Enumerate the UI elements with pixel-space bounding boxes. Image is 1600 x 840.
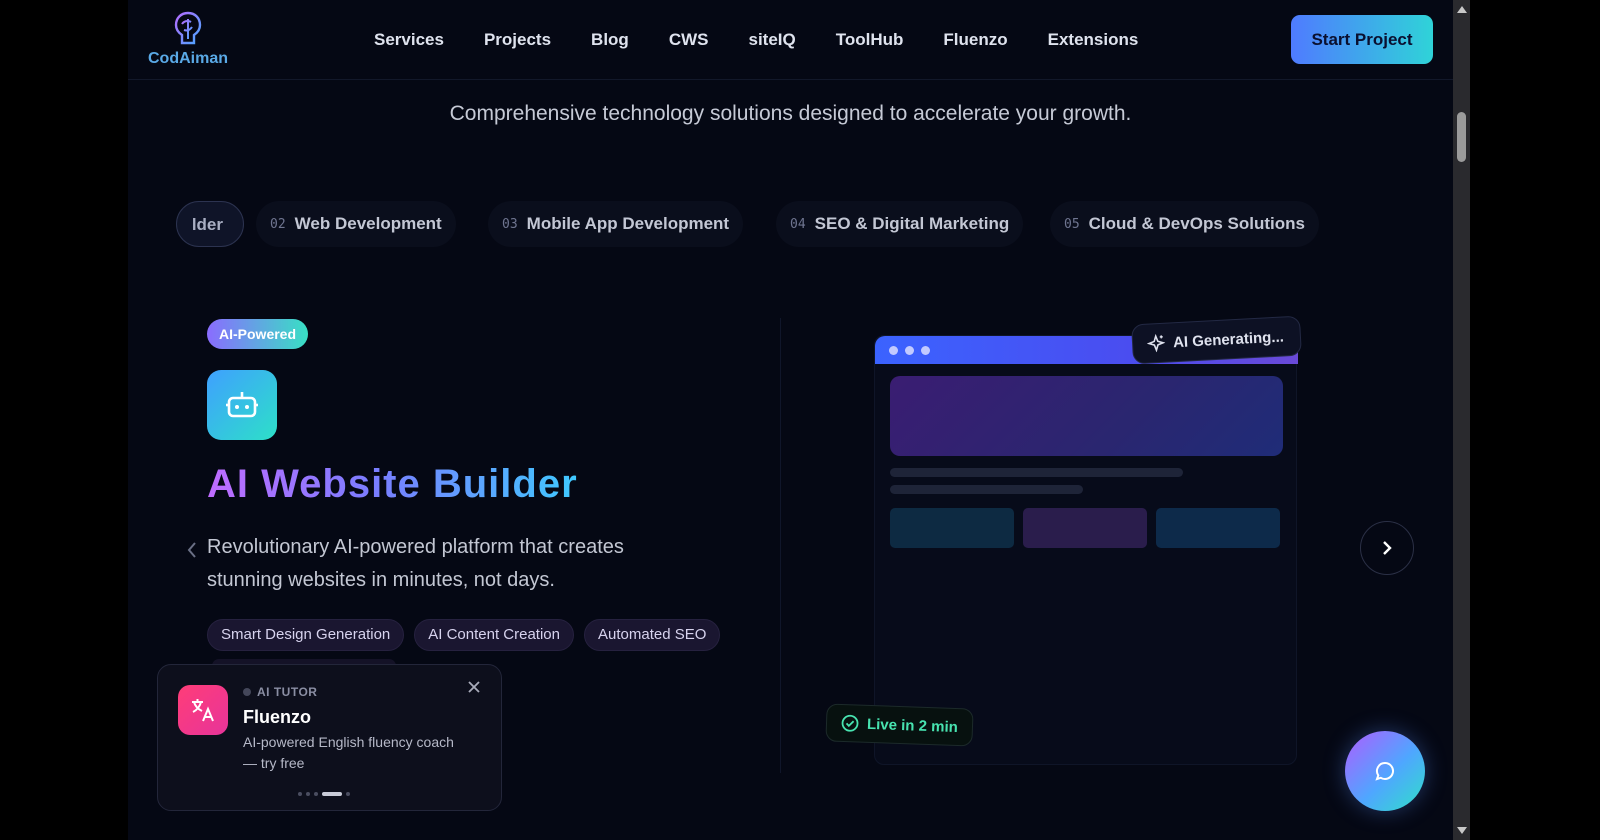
tab-label: Mobile App Development: [526, 214, 730, 233]
tab-ai-website-builder[interactable]: lder: [176, 201, 244, 247]
nav-projects[interactable]: Projects: [484, 30, 551, 50]
tab-web-development[interactable]: 02 Web Development: [256, 201, 456, 247]
main-nav: Services Projects Blog CWS siteIQ ToolHu…: [374, 30, 1138, 50]
browser-mockup: [874, 335, 1298, 765]
close-icon[interactable]: [465, 678, 483, 696]
chat-bubble-icon: [1375, 761, 1394, 781]
nav-fluenzo[interactable]: Fluenzo: [943, 30, 1007, 50]
sparkle-icon: [1146, 333, 1166, 353]
service-description: Revolutionary AI-powered platform that c…: [207, 536, 624, 591]
kicker-dot: [243, 688, 251, 696]
window-dot: [905, 346, 914, 355]
ai-powered-badge: AI-Powered: [207, 319, 309, 349]
nav-siteiq[interactable]: siteIQ: [749, 30, 796, 50]
chevron-left-icon[interactable]: [183, 538, 201, 562]
tab-cloud-devops[interactable]: 05 Cloud & DevOps Solutions: [1050, 201, 1319, 247]
mockup-card: [1023, 508, 1147, 548]
translate-icon: [192, 699, 214, 722]
tab-label: Web Development: [294, 214, 442, 233]
feature-tag: AI Content Creation: [414, 619, 574, 651]
fluenzo-promo-toast[interactable]: AI TUTOR Fluenzo AI-powered English flue…: [157, 664, 502, 811]
logo-text: CodAiman: [148, 50, 228, 67]
service-title: AI Website Builder: [207, 462, 578, 506]
toast-description: AI-powered English fluency coach — try f…: [243, 734, 454, 771]
pager-dot[interactable]: [346, 792, 350, 796]
tab-number: 02: [270, 216, 286, 232]
service-icon-tile: [207, 370, 277, 440]
tab-number: 04: [790, 216, 806, 232]
pager-dot-active[interactable]: [322, 792, 342, 796]
pager-dot[interactable]: [298, 792, 302, 796]
tab-number: 05: [1064, 216, 1080, 232]
section-subtitle: Comprehensive technology solutions desig…: [449, 102, 1132, 125]
tab-seo-digital-marketing[interactable]: 04 SEO & Digital Marketing: [776, 201, 1024, 247]
robot-icon: [226, 392, 258, 418]
scroll-down-arrow-icon[interactable]: [1457, 827, 1467, 834]
mockup-hero-block: [890, 376, 1283, 456]
chat-button[interactable]: [1345, 731, 1425, 811]
mockup-card: [1156, 508, 1280, 548]
feature-tags: Smart Design Generation AI Content Creat…: [207, 619, 721, 651]
nav-services[interactable]: Services: [374, 30, 444, 50]
logo[interactable]: CodAiman: [146, 10, 230, 68]
ai-status-text: AI Generating...: [1172, 327, 1285, 351]
nav-toolhub[interactable]: ToolHub: [836, 30, 904, 50]
site-header: CodAiman Services Projects Blog CWS site…: [128, 0, 1453, 80]
check-circle-icon: [841, 714, 859, 732]
tab-number: 03: [502, 216, 518, 232]
toast-pager: [298, 792, 350, 796]
tab-mobile-app-development[interactable]: 03 Mobile App Development: [488, 201, 744, 247]
logo-mark-icon: [174, 11, 202, 45]
mockup-text-line: [890, 485, 1083, 494]
page-viewport: CodAiman Services Projects Blog CWS site…: [128, 0, 1453, 840]
mockup-text-line: [890, 468, 1183, 477]
nav-cws[interactable]: CWS: [669, 30, 709, 50]
toast-kicker: AI TUTOR: [243, 685, 317, 699]
feature-tag: Smart Design Generation: [207, 619, 405, 651]
live-chip: Live in 2 min: [825, 703, 974, 747]
pager-dot[interactable]: [306, 792, 310, 796]
live-text: Live in 2 min: [866, 715, 959, 736]
tab-label: Cloud & DevOps Solutions: [1088, 214, 1305, 233]
toast-title: Fluenzo: [243, 707, 311, 727]
nav-extensions[interactable]: Extensions: [1048, 30, 1139, 50]
start-project-button[interactable]: Start Project: [1291, 15, 1433, 64]
nav-blog[interactable]: Blog: [591, 30, 629, 50]
tab-label: SEO & Digital Marketing: [814, 214, 1010, 233]
page-scrollbar[interactable]: [1453, 0, 1470, 840]
mockup-card: [890, 508, 1014, 548]
toast-kicker-text: AI TUTOR: [257, 685, 318, 699]
tab-label: lder: [191, 215, 223, 234]
pager-dot[interactable]: [314, 792, 318, 796]
window-dot: [921, 346, 930, 355]
toast-icon-tile: [178, 685, 228, 735]
feature-tag: Automated SEO: [584, 619, 721, 651]
service-tabs: lder 02 Web Development 03 Mobile App De…: [176, 201, 1416, 247]
next-slide-button[interactable]: [1360, 521, 1414, 575]
scroll-up-arrow-icon[interactable]: [1457, 6, 1467, 13]
content-divider: [780, 318, 781, 773]
chevron-right-icon: [1383, 541, 1392, 555]
scrollbar-thumb[interactable]: [1457, 112, 1466, 162]
window-dot: [889, 346, 898, 355]
